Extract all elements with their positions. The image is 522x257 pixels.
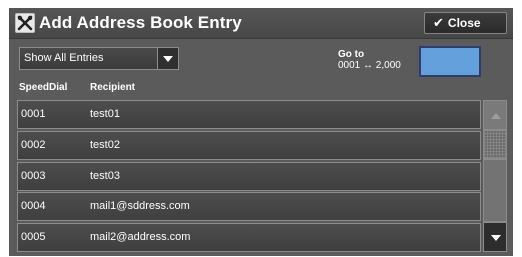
goto-label: Go to [338, 49, 365, 60]
recipient-name: test02 [90, 139, 120, 151]
page-title: Add Address Book Entry [39, 13, 242, 32]
list-item[interactable]: 0004 mail1@sddress.com [17, 192, 481, 221]
recipient-name: test03 [90, 170, 120, 182]
filter-dropdown-value: Show All Entries [24, 52, 104, 64]
title-bar: Add Address Book Entry ✔ Close [9, 8, 513, 39]
scroll-track[interactable] [483, 159, 507, 222]
speed-dial-number: 0001 [21, 108, 46, 120]
list-item[interactable]: 0005 mail2@address.com [17, 223, 481, 252]
recipient-name: test01 [90, 108, 120, 120]
goto-range: 0001 ↔ 2,000 [338, 60, 401, 71]
goto-input[interactable] [419, 46, 481, 77]
tools-icon [15, 13, 35, 33]
speed-dial-number: 0005 [21, 231, 46, 243]
scroll-thumb[interactable] [483, 130, 507, 159]
scrollbar[interactable] [483, 100, 507, 252]
speed-dial-number: 0003 [21, 170, 46, 182]
address-book-screen: Add Address Book Entry ✔ Close Show All E… [9, 8, 513, 256]
list-item[interactable]: 0003 test03 [17, 162, 481, 191]
column-header-speeddial: SpeedDial [19, 82, 68, 93]
close-button-label: Close [447, 16, 481, 30]
column-header-recipient: Recipient [90, 82, 136, 93]
recipient-name: mail1@sddress.com [90, 200, 190, 212]
list-item[interactable]: 0002 test02 [17, 131, 481, 160]
checkmark-icon: ✔ [433, 15, 444, 30]
close-button[interactable]: ✔ Close [424, 12, 507, 34]
scroll-up-icon[interactable] [483, 100, 507, 130]
list-item[interactable]: 0001 test01 [17, 100, 481, 129]
recipient-name: mail2@address.com [90, 231, 191, 243]
filter-dropdown[interactable]: Show All Entries [19, 47, 179, 70]
speed-dial-number: 0004 [21, 200, 46, 212]
triangle-down-icon[interactable] [157, 48, 178, 69]
scroll-down-icon[interactable] [483, 222, 507, 252]
speed-dial-number: 0002 [21, 139, 46, 151]
